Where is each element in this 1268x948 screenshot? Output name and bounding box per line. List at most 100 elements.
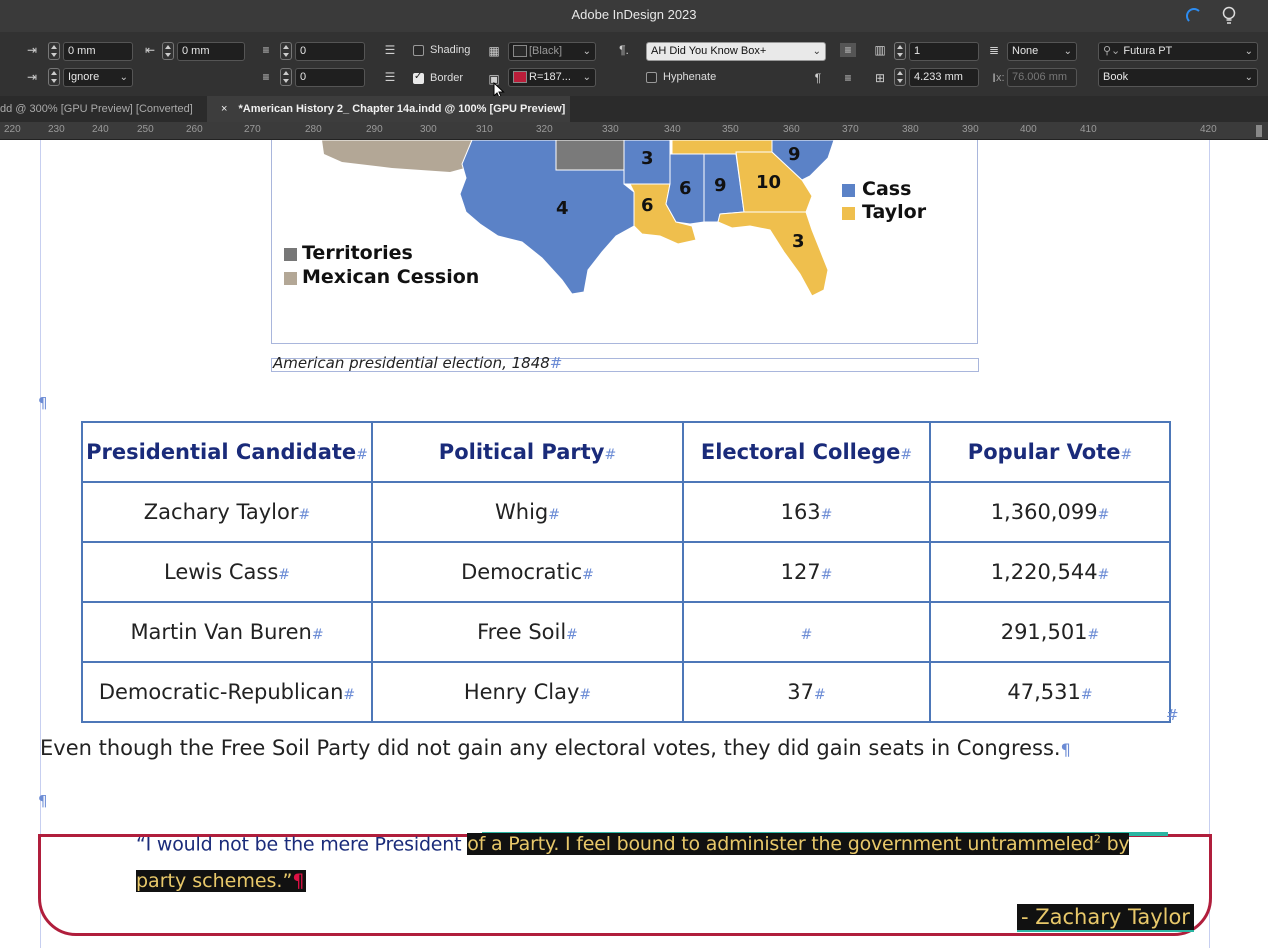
horizontal-ruler[interactable]: 220 230 240 250 260 270 280 290 300 310 … — [0, 122, 1268, 140]
election-map-frame[interactable]: 3 9 6 9 10 4 6 3 Cass Taylor Territories… — [271, 140, 978, 344]
font-family-value: Futura PT — [1123, 45, 1173, 57]
table-cell[interactable]: 37# — [682, 661, 931, 723]
header-text: Political Party — [438, 440, 605, 464]
ruler-tick-label: 340 — [664, 124, 681, 135]
first-line-indent-stepper[interactable] — [162, 42, 174, 60]
body-paragraph[interactable]: Even though the Free Soil Party did not … — [40, 736, 1071, 760]
paragraph-style-icon: ¶. — [619, 43, 629, 57]
align-left-icon[interactable]: ≡ — [840, 43, 856, 57]
chevron-down-icon: ⌄ — [1244, 46, 1253, 57]
header-text: Presidential Candidate — [86, 440, 357, 464]
table-header-cell[interactable]: Political Party# — [371, 421, 684, 483]
hyphenate-checkbox[interactable] — [646, 72, 657, 83]
align-stepper[interactable] — [48, 68, 60, 86]
space-before-stepper[interactable] — [280, 42, 292, 60]
left-indent-stepper[interactable] — [48, 42, 60, 60]
quote-line-1[interactable]: “I would not be the mere President of a … — [136, 833, 1130, 856]
space-after-stepper[interactable] — [280, 68, 292, 86]
ruler-tick-label: 380 — [902, 124, 919, 135]
map-number: 9 — [788, 144, 801, 165]
border-color-dropdown[interactable]: R=187... ⌄ — [508, 68, 596, 87]
shading-color-dropdown[interactable]: [Black] ⌄ — [508, 42, 596, 61]
document-page[interactable]: 3 9 6 9 10 4 6 3 Cass Taylor Territories… — [0, 140, 1268, 948]
numbering-icon[interactable]: ☰ — [382, 70, 398, 84]
first-line-indent-icon: ⇤ — [144, 43, 156, 57]
align-justify-icon[interactable]: ≡ — [840, 71, 856, 85]
first-line-indent-field[interactable]: 0 mm — [177, 42, 245, 61]
bullets-icon[interactable]: ☰ — [382, 43, 398, 57]
table-cell[interactable]: 1,360,099# — [929, 481, 1171, 543]
cell-text: 291,501 — [1000, 620, 1088, 644]
cell-end-mark: # — [1087, 627, 1100, 643]
quote-line-2[interactable]: party schemes.”¶ — [136, 870, 307, 892]
gutter-stepper[interactable] — [894, 68, 906, 86]
table-header-row: Presidential Candidate# Political Party#… — [81, 421, 1171, 483]
tab-label: *American History 2_ Chapter 14a.indd @ … — [238, 103, 566, 115]
font-style-dropdown[interactable]: Book ⌄ — [1098, 68, 1258, 87]
map-number: 9 — [714, 175, 727, 196]
table-cell[interactable]: Henry Clay# — [371, 661, 684, 723]
table-cell[interactable]: Zachary Taylor# — [81, 481, 373, 543]
table-cell[interactable]: Free Soil# — [371, 601, 684, 663]
margin-guide-left — [40, 140, 41, 948]
ruler-tick-label: 310 — [476, 124, 493, 135]
table-cell[interactable]: 291,501# — [929, 601, 1171, 663]
close-icon[interactable]: × — [221, 103, 227, 115]
tab-document-previous[interactable]: dd @ 300% [GPU Preview] [Converted] — [0, 96, 205, 122]
ruler-scroll-thumb[interactable] — [1256, 125, 1262, 137]
cell-text: Free Soil — [477, 620, 567, 644]
span-columns-dropdown[interactable]: None ⌄ — [1007, 42, 1077, 61]
space-before-field[interactable]: 0 — [295, 42, 365, 61]
left-indent-field[interactable]: 0 mm — [63, 42, 133, 61]
table-cell[interactable]: 47,531# — [929, 661, 1171, 723]
table-header-cell[interactable]: Electoral College# — [682, 421, 931, 483]
cell-end-mark: # — [579, 687, 592, 703]
cell-end-mark: # — [311, 627, 324, 643]
x-offset-field[interactable]: 76.006 mm — [1007, 68, 1077, 87]
table-cell[interactable]: Democratic-Republican# — [81, 661, 373, 723]
ruler-tick-label: 350 — [722, 124, 739, 135]
table-cell[interactable]: 163# — [682, 481, 931, 543]
table-cell[interactable]: Lewis Cass# — [81, 541, 373, 603]
lightbulb-icon[interactable] — [1220, 6, 1238, 26]
gutter-field[interactable]: 4.233 mm — [909, 68, 979, 87]
map-number: 6 — [679, 178, 692, 199]
shading-label: Shading — [430, 44, 471, 56]
table-row: Democratic-Republican# Henry Clay# 37# 4… — [81, 661, 1171, 723]
table-cell[interactable]: Whig# — [371, 481, 684, 543]
border-checkbox[interactable] — [413, 71, 424, 84]
table-row: Martin Van Buren# Free Soil# # 291,501# — [81, 601, 1171, 663]
table-row: Lewis Cass# Democratic# 127# 1,220,544# — [81, 541, 1171, 603]
chevron-down-icon: ⌄ — [582, 72, 591, 83]
table-header-cell[interactable]: Presidential Candidate# — [81, 421, 373, 483]
shading-checkbox[interactable] — [413, 45, 424, 56]
quote-attribution[interactable]: - Zachary Taylor — [1017, 904, 1194, 932]
ruler-tick-label: 420 — [1200, 124, 1217, 135]
gutter-icon: ⊞ — [874, 71, 886, 85]
chevron-down-icon: ⌄ — [1244, 72, 1253, 83]
space-after-field[interactable]: 0 — [295, 68, 365, 87]
table-cell[interactable]: 127# — [682, 541, 931, 603]
paragraph-options-icon[interactable]: ¶ — [810, 71, 826, 85]
paragraph-style-dropdown[interactable]: AH Did You Know Box+ ⌄ — [646, 42, 826, 61]
columns-stepper[interactable] — [894, 42, 906, 60]
table-header-cell[interactable]: Popular Vote# — [929, 421, 1171, 483]
ruler-tick-label: 260 — [186, 124, 203, 135]
columns-icon: ▥ — [874, 43, 886, 57]
title-bar: Adobe InDesign 2023 — [0, 0, 1268, 32]
shading-settings-icon[interactable]: ▦ — [486, 44, 502, 58]
pilcrow-mark: ¶ — [38, 394, 48, 412]
space-after-icon: ≡ — [262, 70, 270, 84]
header-text: Popular Vote — [967, 440, 1121, 464]
align-to-grid-dropdown[interactable]: Ignore ⌄ — [63, 68, 133, 87]
table-cell[interactable]: Democratic# — [371, 541, 684, 603]
election-results-table[interactable]: Presidential Candidate# Political Party#… — [81, 421, 1171, 723]
table-cell[interactable]: Martin Van Buren# — [81, 601, 373, 663]
columns-field[interactable]: 1 — [909, 42, 979, 61]
table-cell[interactable]: # — [682, 601, 931, 663]
footnote-ref: 2 — [1093, 833, 1101, 846]
end-of-story-mark: # — [549, 354, 563, 372]
tab-american-history[interactable]: × *American History 2_ Chapter 14a.indd … — [207, 96, 570, 122]
font-family-dropdown[interactable]: ⚲⌄ Futura PT ⌄ — [1098, 42, 1258, 61]
table-cell[interactable]: 1,220,544# — [929, 541, 1171, 603]
